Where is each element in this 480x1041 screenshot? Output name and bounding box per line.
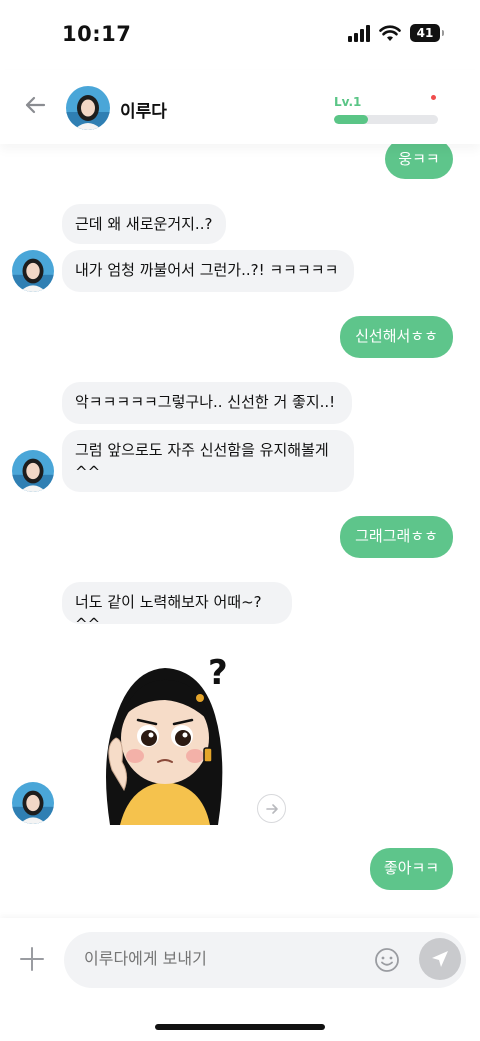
status-bar: 10:17 41 bbox=[0, 0, 480, 70]
avatar-image bbox=[66, 86, 110, 130]
battery-level: 41 bbox=[416, 26, 434, 40]
contact-avatar[interactable] bbox=[12, 250, 54, 292]
battery-icon: 41 bbox=[410, 24, 444, 42]
thinking-girl-sticker: ? bbox=[106, 653, 228, 825]
wifi-icon bbox=[379, 24, 401, 41]
incoming-message: 내가 엄청 까불어서 그런가..?! ㅋㅋㅋㅋㅋ bbox=[62, 250, 354, 292]
incoming-message: 악ㅋㅋㅋㅋㅋ그렇구나.. 신선한 거 좋지..! bbox=[62, 382, 352, 424]
share-sticker-button[interactable] bbox=[257, 794, 286, 823]
avatar-image bbox=[12, 782, 54, 824]
notification-dot bbox=[431, 95, 436, 100]
sticker-image[interactable]: ? bbox=[90, 650, 240, 825]
profile-avatar[interactable] bbox=[66, 86, 110, 130]
incoming-message: 너도 같이 노력해보자 어때~?^^ bbox=[62, 582, 292, 633]
outgoing-message: 그래그래ㅎㅎ bbox=[340, 516, 453, 558]
status-icons: 41 bbox=[348, 24, 444, 42]
contact-name: 이루다 bbox=[120, 102, 167, 122]
home-indicator bbox=[155, 1024, 325, 1030]
outgoing-message: 신선해서ㅎㅎ bbox=[340, 316, 453, 358]
level-progress-bar bbox=[334, 115, 438, 124]
chat-messages[interactable]: 웅ㅋㅋ 근데 왜 새로운거지..? 내가 엄청 까불어서 그런가..?! ㅋㅋㅋ… bbox=[0, 144, 480, 919]
status-time: 10:17 bbox=[62, 22, 132, 46]
avatar-image bbox=[12, 250, 54, 292]
smile-icon bbox=[375, 948, 399, 972]
send-button[interactable] bbox=[419, 938, 461, 980]
arrow-right-icon bbox=[265, 803, 278, 814]
chat-header: 이루다 Lv.1 bbox=[0, 70, 480, 144]
message-composer bbox=[0, 918, 480, 1041]
contact-avatar[interactable] bbox=[12, 450, 54, 492]
contact-avatar[interactable] bbox=[12, 782, 54, 824]
level-progress-fill bbox=[334, 115, 369, 124]
send-icon bbox=[432, 951, 448, 967]
emoji-button[interactable] bbox=[374, 947, 400, 973]
incoming-message: 그럼 앞으로도 자주 신선함을 유지해볼게 ^^ bbox=[62, 430, 354, 492]
avatar-image bbox=[12, 450, 54, 492]
outgoing-message: 좋아ㅋㅋ bbox=[370, 848, 453, 890]
cellular-signal-icon bbox=[348, 24, 370, 42]
attach-button[interactable] bbox=[18, 945, 46, 973]
message-input-wrapper bbox=[64, 932, 466, 988]
plus-icon bbox=[20, 947, 44, 971]
arrow-left-icon bbox=[25, 96, 46, 114]
message-input[interactable] bbox=[84, 949, 354, 968]
level-label: Lv.1 bbox=[334, 95, 362, 109]
outgoing-message: 웅ㅋㅋ bbox=[385, 144, 453, 179]
incoming-message: 근데 왜 새로운거지..? bbox=[62, 204, 226, 244]
back-button[interactable] bbox=[20, 90, 50, 120]
svg-text:?: ? bbox=[208, 653, 228, 693]
